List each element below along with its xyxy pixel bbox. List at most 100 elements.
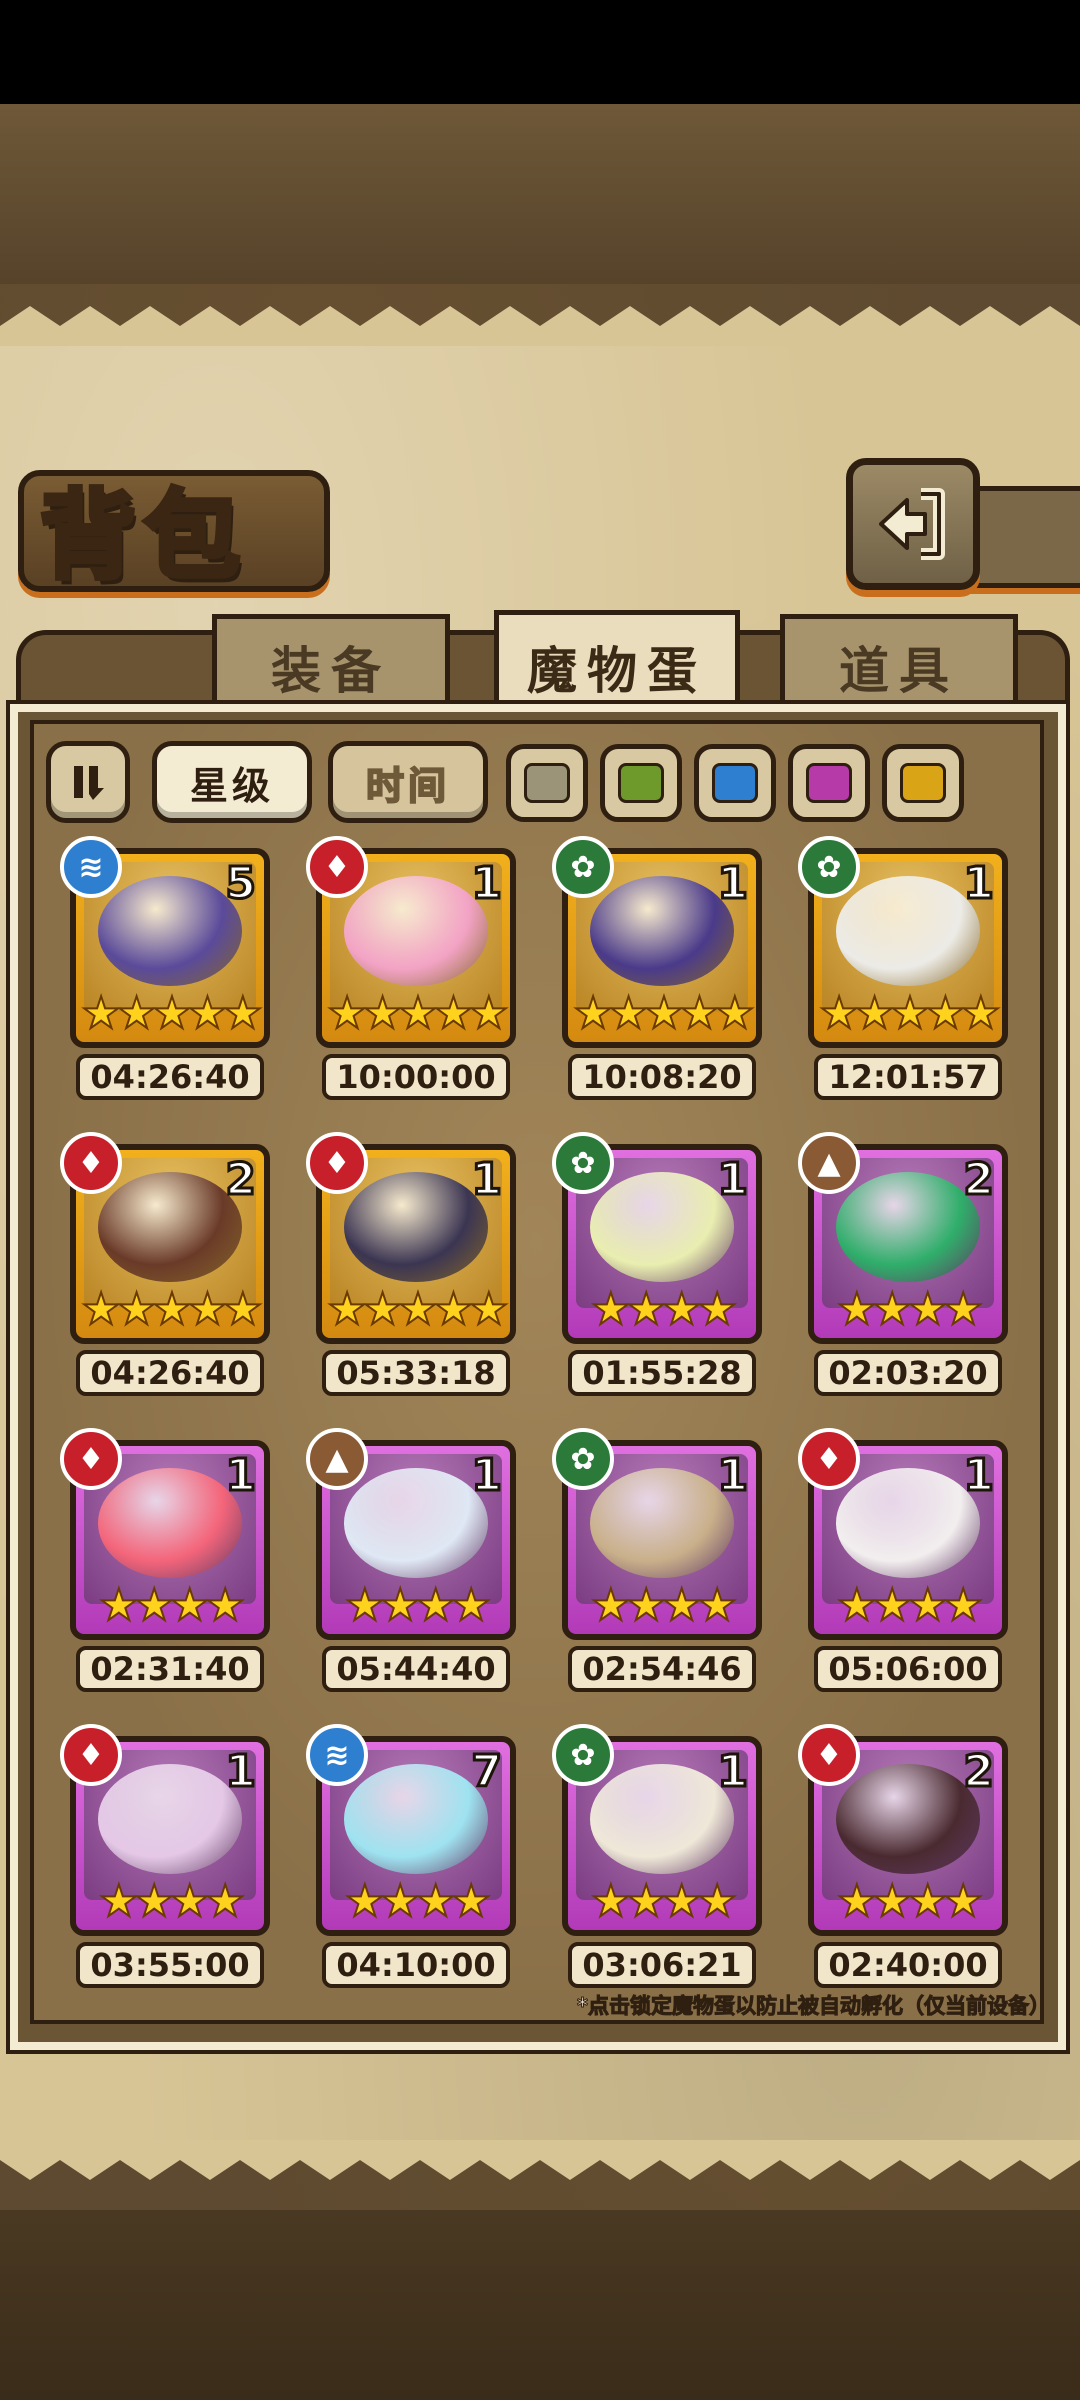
- star-rating: ★★★★: [836, 1284, 984, 1335]
- egg-card[interactable]: ≋ 5 ★★★★★: [60, 836, 270, 1048]
- star-rating: ★★★★★: [572, 988, 755, 1039]
- egg-count: 1: [716, 1449, 750, 1503]
- egg-image: [836, 1172, 980, 1282]
- egg-card[interactable]: ✿ 1 ★★★★: [552, 1724, 762, 1936]
- star-rating: ★★★★★: [80, 988, 263, 1039]
- filter-chip-green[interactable]: [600, 744, 682, 822]
- lock-hint-note: *点击锁定魔物蛋以防止被自动孵化（仅当前设备）: [577, 1994, 1051, 2019]
- earth-element-icon: ▲: [798, 1132, 860, 1194]
- color-swatch: [712, 763, 758, 803]
- egg-count: 1: [962, 857, 996, 911]
- hatch-timer: 05:06:00: [814, 1646, 1002, 1692]
- fire-element-icon: ♦: [306, 1132, 368, 1194]
- sort-order-button[interactable]: [46, 741, 130, 823]
- star-rating: ★★★★: [836, 1876, 984, 1927]
- egg-card[interactable]: ♦ 2 ★★★★: [798, 1724, 1008, 1936]
- sort-by-time-button[interactable]: 时间: [328, 741, 488, 823]
- hatch-timer: 10:00:00: [322, 1054, 510, 1100]
- egg-count: 2: [224, 1153, 258, 1207]
- star-rating: ★★★★: [344, 1580, 492, 1631]
- egg-count: 1: [716, 857, 750, 911]
- egg-count: 2: [962, 1153, 996, 1207]
- egg-image: [836, 1764, 980, 1874]
- star-rating: ★★★★: [836, 1580, 984, 1631]
- star-rating: ★★★★★: [326, 988, 509, 1039]
- egg-count: 2: [962, 1745, 996, 1799]
- egg-image: [344, 1764, 488, 1874]
- water-element-icon: ≋: [60, 836, 122, 898]
- star-rating: ★★★★: [590, 1284, 738, 1335]
- egg-count: 1: [470, 857, 504, 911]
- sort-by-star-label: 星级: [189, 763, 274, 808]
- filter-chip-yellow[interactable]: [882, 744, 964, 822]
- fire-element-icon: ♦: [798, 1428, 860, 1490]
- egg-card[interactable]: ♦ 1 ★★★★: [798, 1428, 1008, 1640]
- water-element-icon: ≋: [306, 1724, 368, 1786]
- hatch-timer: 12:01:57: [814, 1054, 1002, 1100]
- egg-card[interactable]: ♦ 1 ★★★★: [60, 1724, 270, 1936]
- egg-card[interactable]: ♦ 1 ★★★★: [60, 1428, 270, 1640]
- egg-card[interactable]: ♦ 1 ★★★★★: [306, 1132, 516, 1344]
- egg-count: 1: [716, 1153, 750, 1207]
- egg-card[interactable]: ✿ 1 ★★★★★: [798, 836, 1008, 1048]
- fire-element-icon: ♦: [60, 1724, 122, 1786]
- egg-card[interactable]: ≋ 7 ★★★★: [306, 1724, 516, 1936]
- tab-equipment-label: 装备: [271, 642, 391, 700]
- filter-chip-magenta[interactable]: [788, 744, 870, 822]
- hatch-timer: 04:26:40: [76, 1054, 264, 1100]
- egg-count: 1: [224, 1745, 258, 1799]
- filter-chip-neutral[interactable]: [506, 744, 588, 822]
- egg-card[interactable]: ✿ 1 ★★★★★: [552, 836, 762, 1048]
- hatch-timer: 01:55:28: [568, 1350, 756, 1396]
- star-rating: ★★★★: [590, 1580, 738, 1631]
- egg-image: [98, 1468, 242, 1578]
- hatch-timer: 03:55:00: [76, 1942, 264, 1988]
- back-button[interactable]: [846, 458, 980, 590]
- fire-element-icon: ♦: [60, 1132, 122, 1194]
- egg-card[interactable]: ♦ 1 ★★★★★: [306, 836, 516, 1048]
- egg-image: [590, 1468, 734, 1578]
- fire-element-icon: ♦: [306, 836, 368, 898]
- egg-card[interactable]: ✿ 1 ★★★★: [552, 1428, 762, 1640]
- color-swatch: [806, 763, 852, 803]
- filter-chip-blue[interactable]: [694, 744, 776, 822]
- star-rating: ★★★★★: [818, 988, 1001, 1039]
- hatch-timer: 02:03:20: [814, 1350, 1002, 1396]
- star-rating: ★★★★: [344, 1876, 492, 1927]
- earth-element-icon: ▲: [306, 1428, 368, 1490]
- egg-card[interactable]: ✿ 1 ★★★★: [552, 1132, 762, 1344]
- egg-image: [590, 1764, 734, 1874]
- top-map-band: [0, 104, 1080, 284]
- egg-image: [344, 1172, 488, 1282]
- egg-image: [590, 1172, 734, 1282]
- egg-image: [590, 876, 734, 986]
- egg-count: 1: [962, 1449, 996, 1503]
- egg-count: 1: [224, 1449, 258, 1503]
- egg-image: [344, 1468, 488, 1578]
- tab-monster-eggs-label: 魔物蛋: [527, 642, 707, 700]
- page-title: 背包: [38, 478, 248, 595]
- sort-by-star-button[interactable]: 星级: [152, 741, 312, 823]
- hatch-timer: 04:10:00: [322, 1942, 510, 1988]
- color-swatch: [900, 763, 946, 803]
- egg-card[interactable]: ♦ 2 ★★★★★: [60, 1132, 270, 1344]
- sort-toggle-icon: [74, 766, 104, 800]
- fire-element-icon: ♦: [60, 1428, 122, 1490]
- tab-items[interactable]: 道具: [780, 614, 1018, 715]
- wood-element-icon: ✿: [798, 836, 860, 898]
- egg-count: 1: [716, 1745, 750, 1799]
- return-arrow-icon: [879, 488, 945, 560]
- sort-by-time-label: 时间: [365, 763, 450, 809]
- star-rating: ★★★★★: [326, 1284, 509, 1335]
- star-rating: ★★★★: [590, 1876, 738, 1927]
- egg-card[interactable]: ▲ 2 ★★★★: [798, 1132, 1008, 1344]
- star-rating: ★★★★: [98, 1580, 246, 1631]
- egg-card[interactable]: ▲ 1 ★★★★: [306, 1428, 516, 1640]
- color-swatch: [524, 763, 570, 803]
- hatch-timer: 04:26:40: [76, 1350, 264, 1396]
- wood-element-icon: ✿: [552, 1724, 614, 1786]
- tab-equipment[interactable]: 装备: [212, 614, 450, 715]
- hatch-timer: 05:44:40: [322, 1646, 510, 1692]
- hatch-timer: 02:40:00: [814, 1942, 1002, 1988]
- tab-monster-eggs[interactable]: 魔物蛋: [494, 610, 740, 719]
